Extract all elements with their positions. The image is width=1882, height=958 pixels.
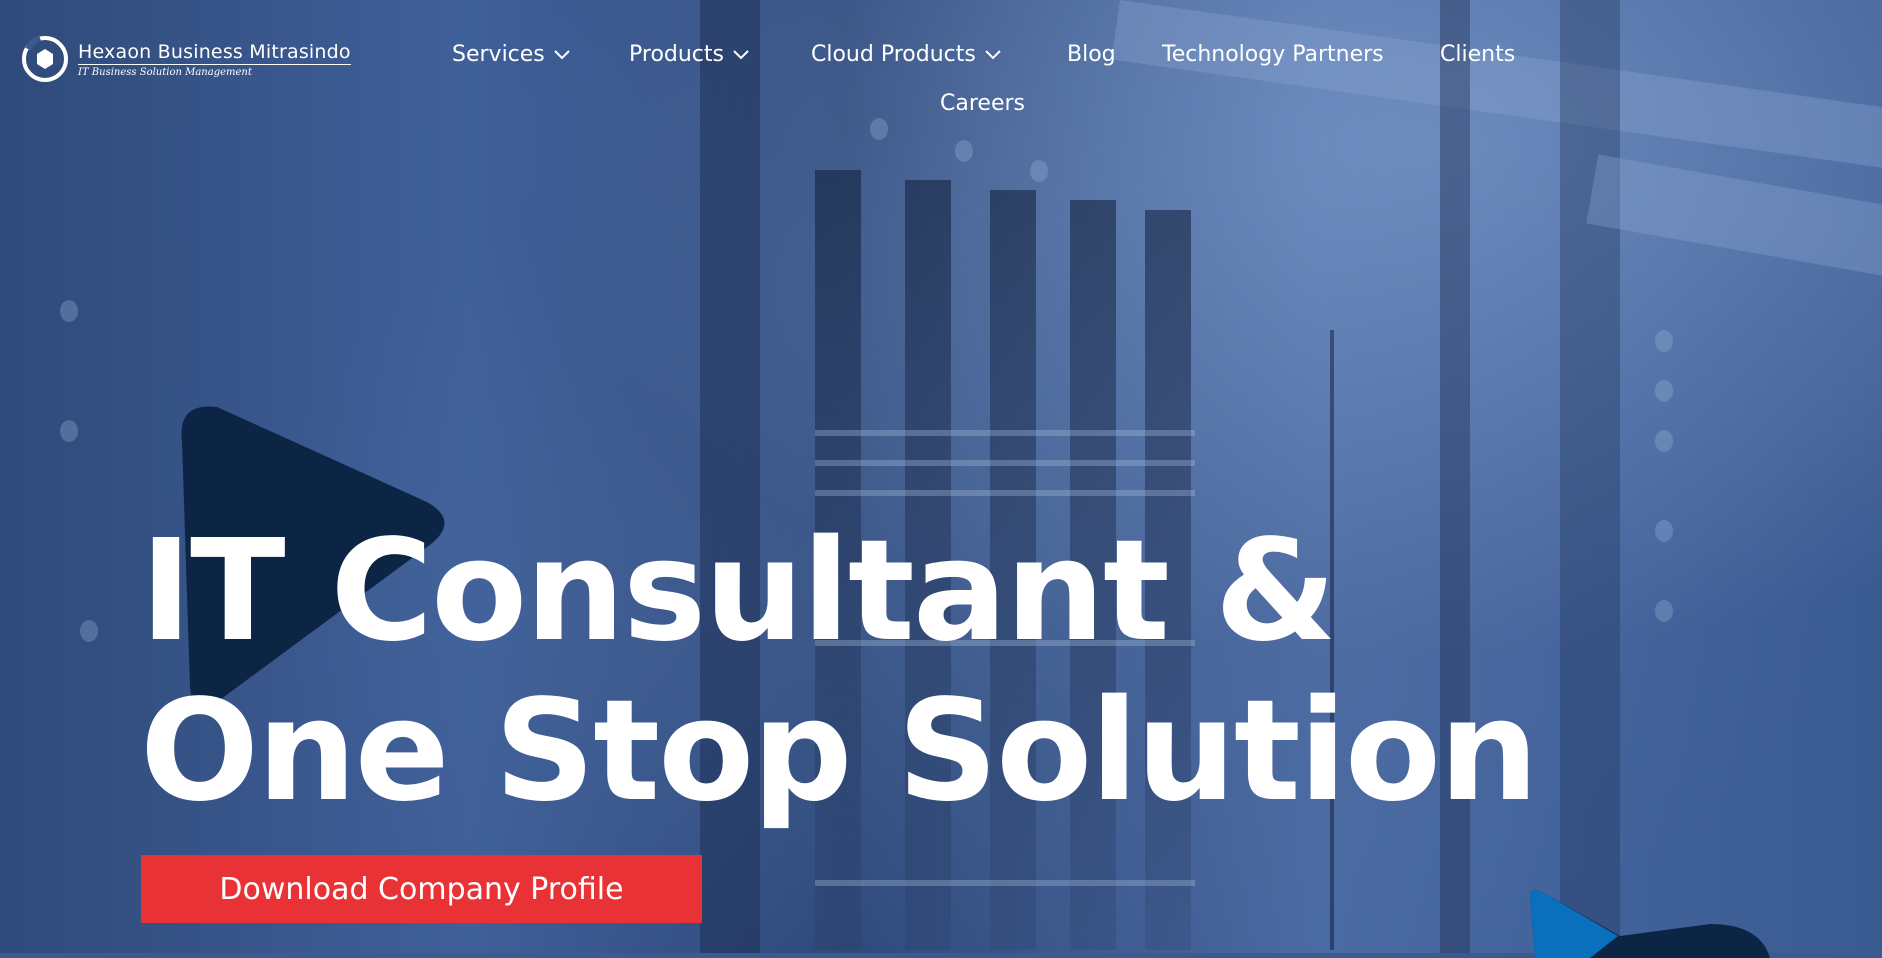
nav-item-products[interactable]: Products [629, 42, 750, 67]
rack-light [60, 300, 78, 322]
nav-item-label: Careers [940, 91, 1025, 116]
rack-light [1655, 330, 1673, 352]
chevron-down-icon [985, 49, 1001, 59]
brand-name: Hexaon Business Mitrasindo [78, 40, 351, 65]
hero-headline: IT Consultant & One Stop Solution [140, 510, 1539, 833]
nav-item-label: Products [629, 42, 724, 67]
nav-item-cloud-products[interactable]: Cloud Products [811, 42, 1002, 67]
rack-slot [815, 490, 1195, 496]
rack-light [1030, 160, 1048, 182]
rack-light [80, 620, 98, 642]
brand-logo[interactable]: Hexaon Business Mitrasindo IT Business S… [20, 34, 351, 84]
rack-frame [1560, 0, 1620, 953]
chevron-down-icon [733, 49, 749, 59]
nav-item-blog[interactable]: Blog [1067, 42, 1116, 67]
nav-item-label: Cloud Products [811, 42, 976, 67]
rack-light [1655, 600, 1673, 622]
headline-line-1: IT Consultant & [140, 510, 1337, 673]
nav-item-technology-partners[interactable]: Technology Partners [1162, 42, 1384, 67]
download-company-profile-button[interactable]: Download Company Profile [141, 855, 702, 923]
brand-tagline: IT Business Solution Management [78, 66, 252, 78]
rack-light [1655, 430, 1673, 452]
rack-slot [815, 430, 1195, 436]
nav-item-label: Services [452, 42, 545, 67]
headline-line-2: One Stop Solution [140, 670, 1539, 833]
nav-item-services[interactable]: Services [452, 42, 571, 67]
hexagon-ring-logo-icon [22, 35, 68, 82]
nav-item-label: Clients [1440, 42, 1516, 67]
nav-item-label: Technology Partners [1162, 42, 1384, 67]
brand-text: Hexaon Business Mitrasindo IT Business S… [78, 41, 351, 78]
rack-light [60, 420, 78, 442]
rack-light [1655, 520, 1673, 542]
rack-slot [815, 460, 1195, 466]
chevron-down-icon [554, 49, 570, 59]
ceiling-beam [1586, 154, 1882, 276]
accent-triangle-decoration [1530, 889, 1770, 958]
nav-item-clients[interactable]: Clients [1440, 42, 1515, 67]
nav-item-careers[interactable]: Careers [940, 91, 1025, 116]
rack-slot [815, 880, 1195, 886]
nav-item-label: Blog [1067, 42, 1116, 67]
rack-light [955, 140, 973, 162]
site-header: Hexaon Business Mitrasindo IT Business S… [0, 0, 1882, 130]
rack-light [1655, 380, 1673, 402]
